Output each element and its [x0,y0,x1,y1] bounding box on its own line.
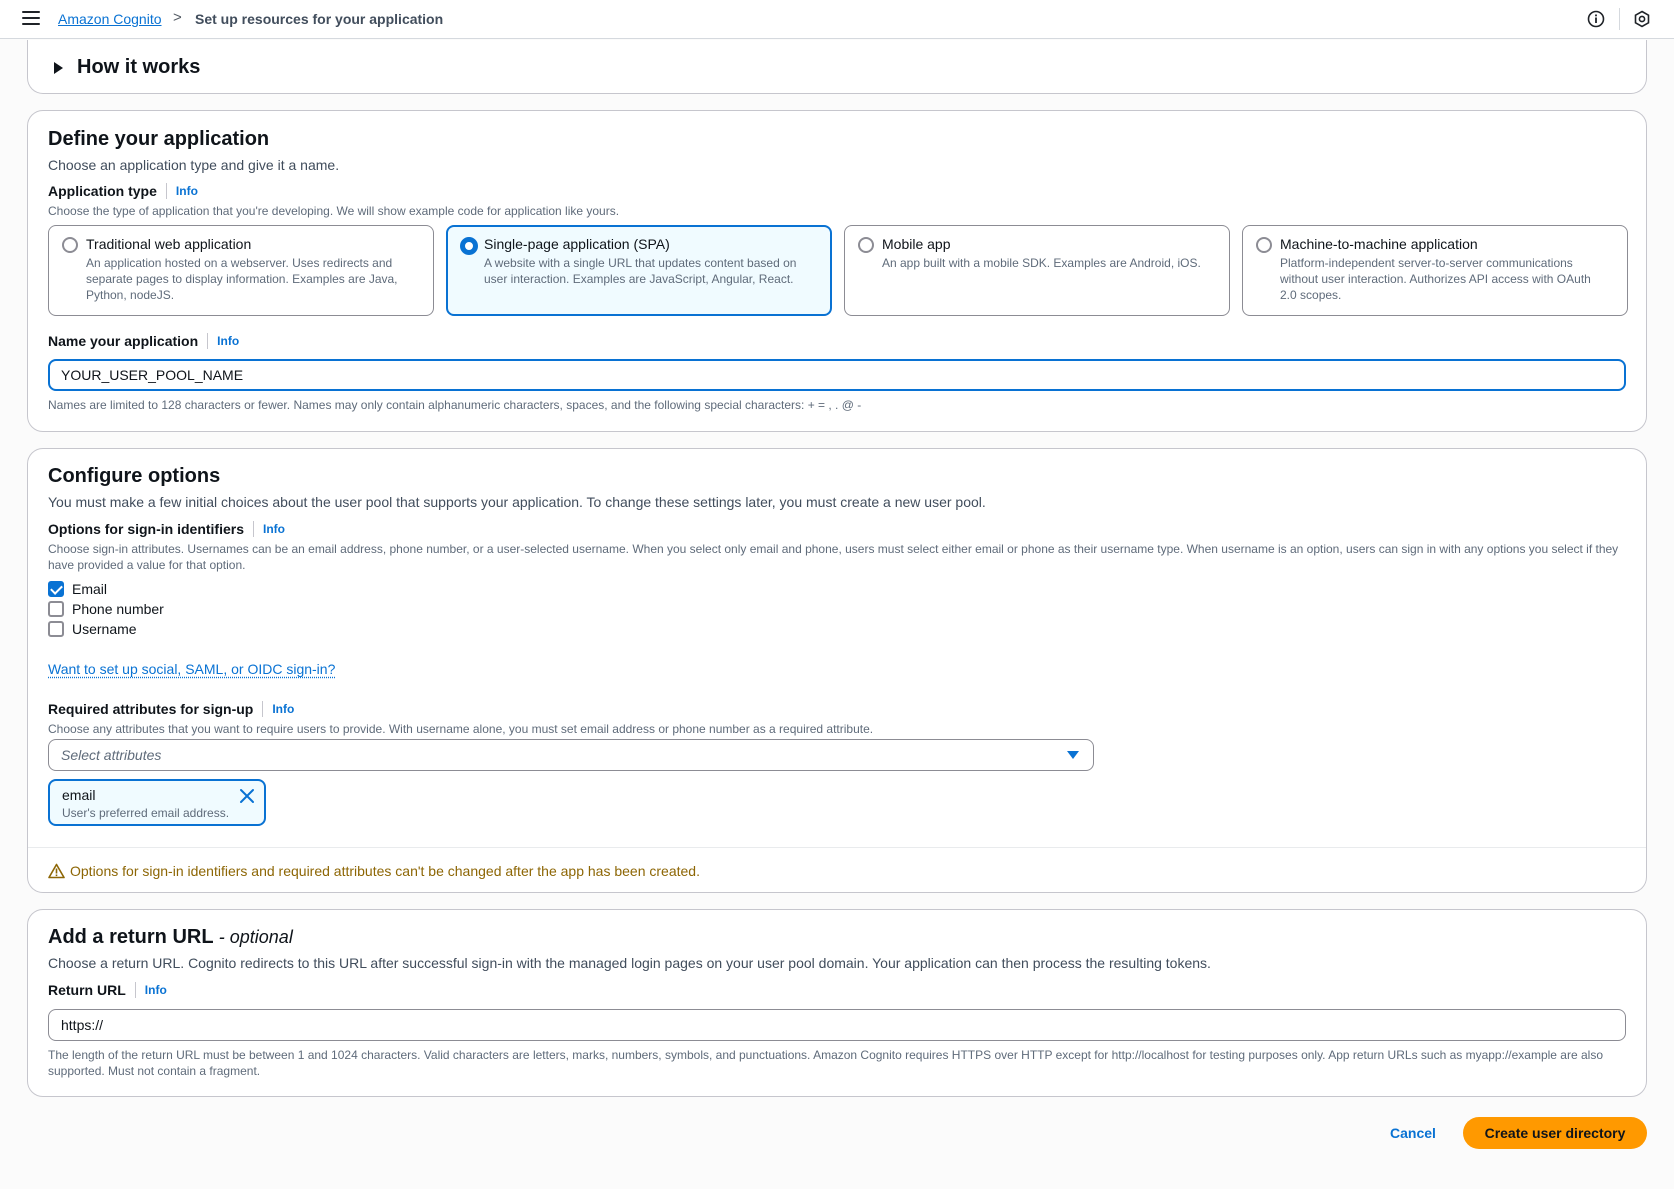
tile-machine-to-machine-app[interactable]: Machine-to-machine application Platform-… [1242,225,1628,316]
signin-identifiers-label: Options for sign-in identifiers [48,521,244,537]
checkbox-label: Username [72,621,137,637]
tile-title: Traditional web application [86,236,252,252]
radio-single-page-app[interactable] [460,237,478,255]
radio-mobile-app[interactable] [858,237,874,253]
checkbox-email[interactable] [48,581,64,597]
checkbox-phone-number[interactable] [48,601,64,617]
app-name-info-link[interactable]: Info [217,334,239,348]
signin-identifiers-info-link[interactable]: Info [263,522,285,536]
warning-icon [48,863,65,879]
application-type-label: Application type [48,183,157,199]
app-name-label: Name your application [48,333,199,349]
tile-title: Single-page application (SPA) [484,236,670,252]
tile-mobile-app[interactable]: Mobile app An app built with a mobile SD… [844,225,1230,316]
tile-description: An application hosted on a webserver. Us… [86,256,398,302]
token-name: email [62,787,96,803]
application-type-info-link[interactable]: Info [176,184,198,198]
return-url-description: Choose a return URL. Cognito redirects t… [48,955,1211,971]
configure-options-description: You must make a few initial choices abou… [48,494,986,510]
caret-right-icon [54,61,63,74]
how-it-works-container: How it works [27,40,1647,94]
return-url-label: Return URL [48,982,126,998]
email-attribute-token: email User's preferred email address. [48,779,266,826]
breadcrumb-amazon-cognito[interactable]: Amazon Cognito [58,11,162,27]
hexagon-settings-icon[interactable] [1633,10,1651,28]
radio-traditional-web-app[interactable] [62,237,78,253]
required-attributes-label-row: Required attributes for sign-up Info [48,701,294,717]
how-it-works-title: How it works [77,56,201,78]
info-divider [134,982,136,998]
tile-single-page-app[interactable]: Single-page application (SPA) A website … [446,225,832,316]
tile-traditional-web-app[interactable]: Traditional web application An applicati… [48,225,434,316]
application-type-label-row: Application type Info [48,183,198,199]
warning-divider [28,847,1646,848]
token-description: User's preferred email address. [62,806,230,820]
application-type-hint: Choose the type of application that you'… [48,204,620,218]
app-name-input[interactable] [48,359,1626,391]
checkbox-label: Phone number [72,601,164,617]
return-url-optional: - optional [218,927,293,947]
how-it-works-toggle[interactable]: How it works [50,56,200,79]
social-saml-oidc-link[interactable]: Want to set up social, SAML, or OIDC sig… [48,661,335,677]
configure-options-heading: Configure options [48,465,221,487]
required-attributes-info-link[interactable]: Info [272,702,294,716]
checkbox-email-row[interactable]: Email [48,581,107,597]
close-icon[interactable] [239,788,255,804]
checkbox-username[interactable] [48,621,64,637]
return-url-input[interactable] [48,1009,1626,1041]
return-url-hint: The length of the return URL must be bet… [48,1048,1603,1078]
required-attributes-hint: Choose any attributes that you want to r… [48,722,874,736]
hamburger-menu-icon[interactable] [22,11,40,27]
define-application-heading: Define your application [48,128,270,150]
top-navigation-bar: Amazon Cognito > Set up resources for yo… [0,0,1674,39]
required-attributes-label: Required attributes for sign-up [48,701,254,717]
info-divider [165,183,167,199]
app-name-label-row: Name your application Info [48,333,239,349]
topbar-divider [1619,8,1620,30]
tile-title: Machine-to-machine application [1280,236,1478,252]
return-url-label-row: Return URL Info [48,982,167,998]
define-application-container: Define your application Choose an applic… [27,110,1647,432]
breadcrumb-separator-icon: > [173,9,182,26]
signin-identifiers-label-row: Options for sign-in identifiers Info [48,521,285,537]
radio-machine-to-machine-app[interactable] [1256,237,1272,253]
checkbox-phone-row[interactable]: Phone number [48,601,164,617]
return-url-info-link[interactable]: Info [145,983,167,997]
define-application-description: Choose an application type and give it a… [48,157,340,173]
create-user-directory-button[interactable]: Create user directory [1463,1117,1647,1149]
info-divider [262,701,264,717]
signin-identifiers-hint: Choose sign-in attributes. Usernames can… [48,542,1619,572]
tile-title: Mobile app [882,236,951,252]
warning-text: Options for sign-in identifiers and requ… [70,863,700,879]
info-divider [207,333,209,349]
return-url-title: Add a return URL [48,926,214,948]
checkbox-username-row[interactable]: Username [48,621,137,637]
cancel-button[interactable]: Cancel [1390,1125,1436,1141]
select-attributes-dropdown[interactable]: Select attributes [48,739,1094,771]
caret-down-icon [1067,751,1079,759]
tile-description: A website with a single URL that updates… [484,256,797,286]
info-divider [253,521,254,537]
configure-options-container: Configure options You must make a few in… [27,448,1647,893]
app-name-hint: Names are limited to 128 characters or f… [48,398,862,412]
tile-description: Platform-independent server-to-server co… [1280,256,1591,302]
breadcrumb-current-page: Set up resources for your application [195,11,444,27]
return-url-container: Add a return URL - optional Choose a ret… [27,909,1647,1097]
info-circle-icon[interactable] [1587,10,1605,28]
select-attributes-placeholder: Select attributes [61,747,162,763]
checkbox-label: Email [72,581,108,597]
immutable-options-warning: Options for sign-in identifiers and requ… [48,863,700,879]
tile-description: An app built with a mobile SDK. Examples… [882,256,1201,270]
return-url-heading: Add a return URL - optional [48,926,293,949]
